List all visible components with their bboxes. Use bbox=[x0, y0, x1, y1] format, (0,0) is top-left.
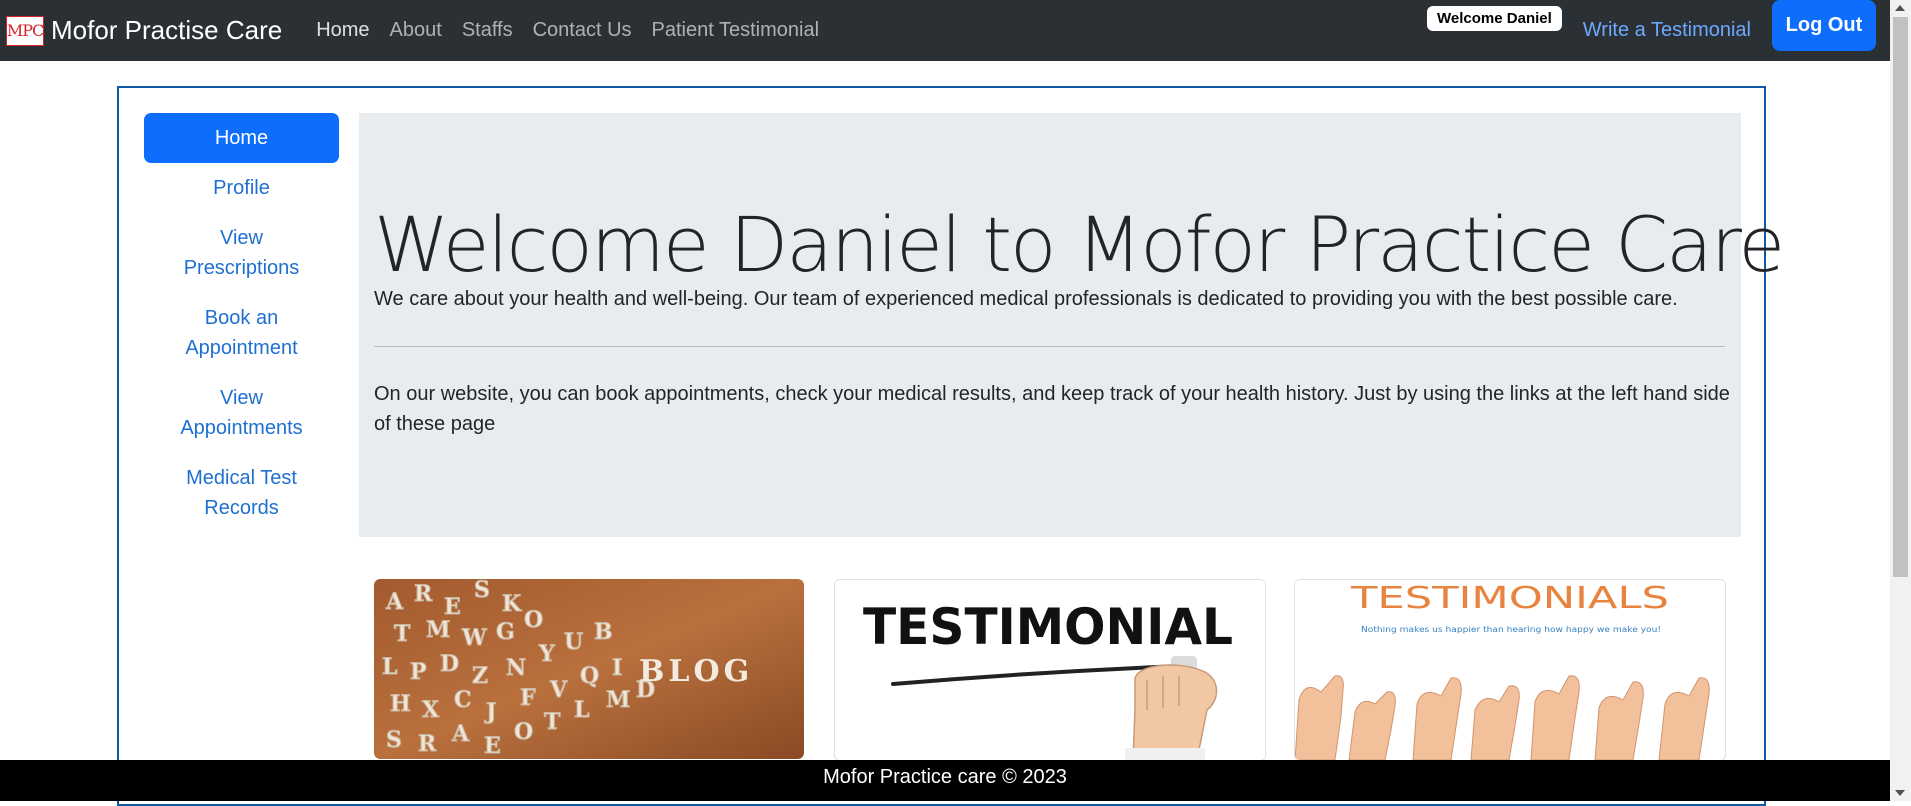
svg-text:M: M bbox=[606, 687, 630, 713]
svg-text:L: L bbox=[574, 697, 589, 723]
svg-text:I: I bbox=[612, 655, 622, 681]
svg-text:S: S bbox=[474, 579, 490, 603]
svg-text:Q: Q bbox=[580, 663, 599, 689]
sidebar-item-profile[interactable]: Profile bbox=[144, 163, 339, 213]
svg-text:B: B bbox=[594, 619, 613, 645]
svg-text:L: L bbox=[382, 654, 397, 680]
brand-logo: MPC bbox=[6, 15, 44, 46]
svg-text:Y: Y bbox=[538, 641, 555, 667]
svg-text:A: A bbox=[451, 721, 470, 747]
testimonial-image: TESTIMONIAL bbox=[835, 580, 1265, 760]
nav-right: Welcome Daniel Write a Testimonial Log O… bbox=[1427, 0, 1890, 61]
testimonial-card[interactable]: TESTIMONIAL bbox=[834, 579, 1266, 761]
svg-text:G: G bbox=[496, 619, 515, 645]
nav-links: Home About Staffs Contact Us Patient Tes… bbox=[306, 19, 829, 42]
page-scrollbar[interactable] bbox=[1890, 0, 1911, 801]
svg-text:J: J bbox=[484, 699, 496, 725]
svg-text:U: U bbox=[564, 629, 583, 655]
scroll-up-arrow-icon[interactable] bbox=[1895, 5, 1905, 11]
svg-text:N: N bbox=[506, 655, 526, 681]
nav-link-contact-us[interactable]: Contact Us bbox=[523, 19, 642, 42]
scroll-down-arrow-icon[interactable] bbox=[1895, 790, 1905, 796]
welcome-body: On our website, you can book appointment… bbox=[374, 383, 1730, 435]
scrollbar-thumb[interactable] bbox=[1893, 17, 1908, 577]
write-testimonial-link[interactable]: Write a Testimonial bbox=[1583, 19, 1751, 42]
divider bbox=[374, 346, 1725, 347]
sidebar-item-medical-test-records[interactable]: Medical Test Records bbox=[144, 453, 339, 533]
svg-text:F: F bbox=[520, 685, 536, 711]
svg-text:P: P bbox=[410, 659, 427, 685]
svg-text:O: O bbox=[524, 607, 543, 633]
footer: Mofor Practice care © 2023 bbox=[0, 760, 1890, 801]
footer-text: Mofor Practice care © 2023 bbox=[823, 766, 1067, 788]
blog-image: A R ES KT M W G OL P D Z NY U BH X C JF V Q IS R A EO T … bbox=[374, 579, 804, 759]
brand[interactable]: MPC Mofor Practise Care bbox=[6, 15, 282, 46]
welcome-badge: Welcome Daniel bbox=[1427, 6, 1562, 31]
sidebar-item-view-prescriptions[interactable]: View Prescriptions bbox=[144, 213, 339, 293]
logout-button[interactable]: Log Out bbox=[1772, 0, 1876, 51]
sidebar-item-book-appointment[interactable]: Book an Appointment bbox=[144, 293, 339, 373]
svg-text:S: S bbox=[386, 727, 402, 753]
blog-word: BLOG bbox=[639, 654, 753, 689]
testimonials-card[interactable]: TESTIMONIALS Nothing makes us happier th… bbox=[1294, 579, 1726, 761]
sidebar: Home Profile View Prescriptions Book an … bbox=[144, 113, 339, 533]
svg-text:W: W bbox=[461, 625, 487, 651]
svg-text:R: R bbox=[414, 581, 433, 607]
sidebar-item-view-appointments[interactable]: View Appointments bbox=[144, 373, 339, 453]
svg-text:H: H bbox=[390, 691, 411, 717]
nav-link-home[interactable]: Home bbox=[306, 19, 379, 42]
testimonials-tagline: Nothing makes us happier than hearing ho… bbox=[1361, 625, 1661, 634]
top-navbar: MPC Mofor Practise Care Home About Staff… bbox=[0, 0, 1890, 61]
nav-link-patient-testimonial[interactable]: Patient Testimonial bbox=[642, 19, 830, 42]
sidebar-item-home[interactable]: Home bbox=[144, 113, 339, 163]
welcome-lead: We care about your health and well-being… bbox=[374, 288, 1678, 310]
brand-name: Mofor Practise Care bbox=[51, 15, 283, 45]
nav-link-about[interactable]: About bbox=[380, 19, 452, 42]
svg-text:Z: Z bbox=[472, 663, 488, 689]
welcome-jumbotron: Welcome Daniel to Mofor Practice Care We… bbox=[359, 113, 1785, 537]
svg-text:V: V bbox=[549, 677, 568, 703]
svg-text:M: M bbox=[426, 617, 450, 643]
svg-text:T: T bbox=[544, 709, 561, 735]
svg-text:R: R bbox=[418, 731, 437, 757]
svg-text:C: C bbox=[454, 687, 472, 713]
svg-text:K: K bbox=[502, 591, 522, 617]
svg-text:O: O bbox=[514, 719, 533, 745]
svg-text:T: T bbox=[394, 621, 411, 647]
svg-text:E: E bbox=[484, 733, 501, 759]
nav-link-staffs[interactable]: Staffs bbox=[452, 19, 523, 42]
svg-text:X: X bbox=[422, 697, 440, 723]
testimonials-image: TESTIMONIALS Nothing makes us happier th… bbox=[1295, 580, 1725, 760]
svg-text:A: A bbox=[385, 589, 404, 615]
testimonial-word: TESTIMONIAL bbox=[863, 598, 1233, 656]
testimonials-word: TESTIMONIALS bbox=[1350, 581, 1669, 616]
blog-card[interactable]: ARES KTMW GOLP DZNY UBHX CJFV QISR AEOT … bbox=[374, 579, 804, 759]
svg-text:D: D bbox=[440, 651, 459, 677]
welcome-heading: Welcome Daniel to Mofor Practice Care bbox=[374, 200, 1785, 289]
